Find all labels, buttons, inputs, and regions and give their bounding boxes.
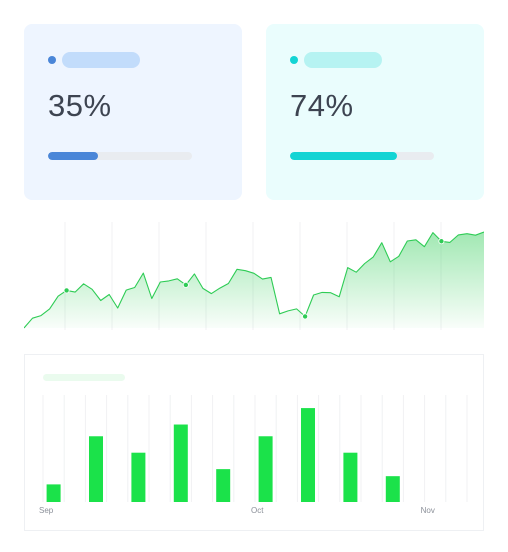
bar[interactable]: [216, 469, 231, 502]
status-dot: [290, 56, 298, 64]
bar[interactable]: [385, 476, 400, 502]
bar-chart-panel: Sep Oct Nov: [24, 354, 484, 531]
placeholder-label: [304, 52, 382, 68]
bar-chart: Sep Oct Nov: [39, 395, 468, 515]
progress-fill: [48, 152, 99, 160]
x-tick-label: Sep: [39, 506, 54, 515]
bar[interactable]: [89, 436, 103, 502]
bar[interactable]: [258, 436, 273, 502]
data-point-marker[interactable]: [302, 313, 309, 320]
progress-fill: [290, 152, 397, 160]
bar[interactable]: [301, 408, 315, 502]
x-tick-label: Nov: [421, 506, 435, 515]
stat-value: 74%: [290, 88, 354, 123]
stat-value: 35%: [48, 88, 112, 123]
bar[interactable]: [46, 484, 61, 502]
placeholder-label: [62, 52, 140, 68]
grid-lines: [42, 395, 468, 502]
x-tick-label: Oct: [251, 506, 264, 515]
stat-card-2: 74%: [266, 24, 484, 200]
bar[interactable]: [173, 424, 188, 502]
data-point-marker[interactable]: [182, 281, 189, 288]
bar[interactable]: [343, 452, 358, 502]
line-chart: [24, 222, 484, 330]
bar[interactable]: [131, 452, 146, 502]
area-fill: [24, 232, 484, 328]
stat-card-1: 35%: [24, 24, 242, 200]
progress-bar: [48, 152, 192, 160]
data-point-marker[interactable]: [63, 287, 70, 294]
status-dot: [48, 56, 56, 64]
data-point-marker[interactable]: [438, 238, 445, 245]
progress-bar: [290, 152, 434, 160]
